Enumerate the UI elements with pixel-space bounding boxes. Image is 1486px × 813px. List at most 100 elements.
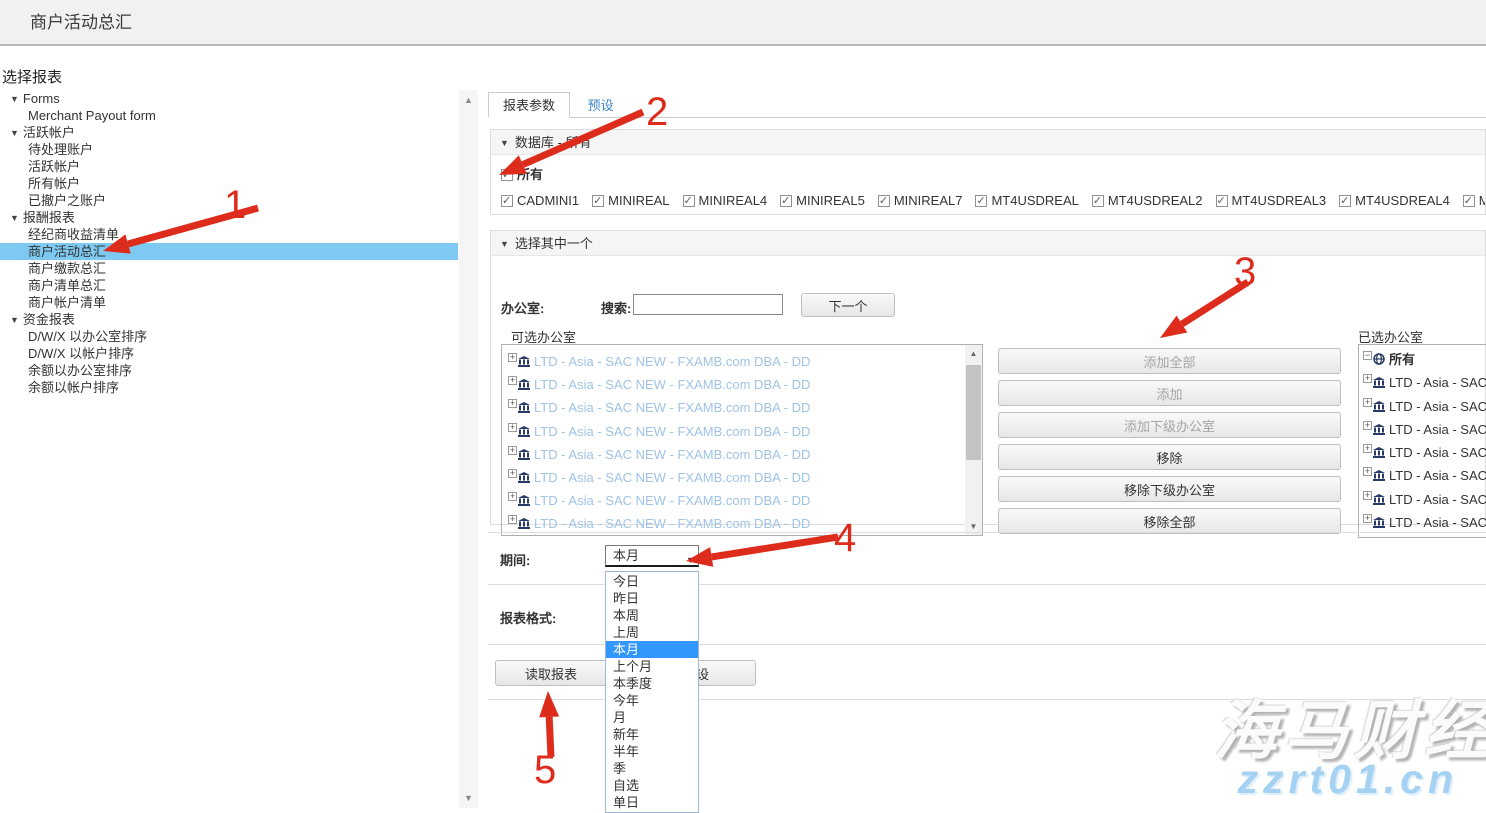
tree-item-0[interactable]: ▼Forms	[0, 90, 458, 107]
database-checkbox[interactable]	[780, 195, 792, 207]
selected-office-item[interactable]: +LTD - Asia - SAC NEW - FXAMB.com DBA - …	[1363, 511, 1486, 534]
period-option[interactable]: 本周	[606, 607, 698, 624]
period-option[interactable]: 昨日	[606, 590, 698, 607]
list-scrollbar[interactable]: ▲ ▼	[965, 345, 982, 535]
transfer-button-4[interactable]: 移除下级办公室	[998, 476, 1341, 502]
tree-item-1[interactable]: Merchant Payout form	[0, 107, 458, 124]
period-option[interactable]: 本月	[606, 641, 698, 658]
period-option[interactable]: 上个月	[606, 658, 698, 675]
available-office-item[interactable]: +LTD - Asia - SAC NEW - FXAMB.com DBA - …	[508, 489, 982, 512]
scroll-up-icon[interactable]: ▲	[965, 346, 982, 361]
period-option[interactable]: 新年	[606, 726, 698, 743]
tree-item-10[interactable]: 商户缴款总汇	[0, 260, 458, 277]
database-checkbox[interactable]	[683, 195, 695, 207]
selected-office-item[interactable]: +LTD - Asia - SAC NEW - FXAMB.com DBA - …	[1363, 488, 1486, 511]
selected-office-item[interactable]: +LTD - Asia - SAC NEW - FXAMB.com DBA - …	[1363, 418, 1486, 441]
transfer-button-3[interactable]: 移除	[998, 444, 1341, 470]
period-option[interactable]: 自选	[606, 777, 698, 794]
sidebar-scrollbar[interactable]: ▲ ▼	[459, 90, 478, 808]
tree-item-9[interactable]: 商户活动总汇	[0, 243, 458, 260]
expand-icon[interactable]: +	[1363, 398, 1372, 407]
database-section-header[interactable]: ▼数据库 - 所有	[491, 130, 1485, 155]
scroll-down-icon[interactable]: ▼	[459, 790, 478, 806]
tree-item-label: 活跃帐户	[23, 125, 75, 140]
database-checkbox[interactable]	[1339, 195, 1351, 207]
selected-office-item[interactable]: +LTD - Asia - SAC NEW - FXAMB.com DBA - …	[1363, 464, 1486, 487]
database-checkbox[interactable]	[501, 195, 513, 207]
expand-icon[interactable]: +	[508, 446, 517, 455]
tree-item-4[interactable]: 活跃帐户	[0, 158, 458, 175]
load-report-button[interactable]: 读取报表	[495, 660, 607, 686]
period-option[interactable]: 单日	[606, 794, 698, 811]
expand-icon[interactable]: +	[1363, 491, 1372, 500]
tree-item-14[interactable]: D/W/X 以办公室排序	[0, 328, 458, 345]
tab-report-params[interactable]: 报表参数	[488, 92, 570, 118]
tree-item-3[interactable]: 待处理账户	[0, 141, 458, 158]
scroll-up-icon[interactable]: ▲	[459, 92, 478, 108]
tree-item-2[interactable]: ▼活跃帐户	[0, 124, 458, 141]
database-checkbox-item[interactable]: MINIREAL5	[780, 193, 865, 208]
selected-office-item[interactable]: +LTD - Asia - SAC NEW - FXAMB.com DBA - …	[1363, 371, 1486, 394]
available-office-item[interactable]: +LTD - Asia - SAC NEW - FXAMB.com DBA - …	[508, 373, 982, 396]
available-office-item[interactable]: +LTD - Asia - SAC NEW - FXAMB.com DBA - …	[508, 350, 982, 373]
database-all-row[interactable]: 所有	[501, 164, 1485, 183]
period-option[interactable]: 半年	[606, 743, 698, 760]
expand-icon[interactable]: +	[508, 423, 517, 432]
expand-icon[interactable]: +	[1363, 514, 1372, 523]
database-checkbox-item[interactable]: MT4USDREAL	[975, 193, 1078, 208]
selected-office-item[interactable]: +LTD - Asia - SAC NEW - FXAMB.com DBA - …	[1363, 441, 1486, 464]
tree-item-12[interactable]: 商户帐户清单	[0, 294, 458, 311]
database-checkbox-item[interactable]: CADMINI1	[501, 193, 579, 208]
period-option[interactable]: 季	[606, 760, 698, 777]
transfer-button-5[interactable]: 移除全部	[998, 508, 1341, 534]
database-checkbox[interactable]	[592, 195, 604, 207]
expand-icon[interactable]: +	[1363, 421, 1372, 430]
next-button[interactable]: 下一个	[801, 293, 895, 317]
expand-icon[interactable]: +	[508, 492, 517, 501]
tree-item-17[interactable]: 余额以帐户排序	[0, 379, 458, 396]
database-checkbox-item[interactable]: MT4USDREAL4	[1339, 193, 1450, 208]
expand-icon[interactable]: +	[1363, 467, 1372, 476]
available-office-item[interactable]: +LTD - Asia - SAC NEW - FXAMB.com DBA - …	[508, 396, 982, 419]
available-office-item[interactable]: +LTD - Asia - SAC NEW - FXAMB.com DBA - …	[508, 420, 982, 443]
database-checkbox[interactable]	[1216, 195, 1228, 207]
tree-item-11[interactable]: 商户清单总汇	[0, 277, 458, 294]
database-checkbox-item[interactable]: MT4USDREAL5	[1463, 193, 1485, 208]
expand-icon[interactable]: +	[508, 469, 517, 478]
database-checkbox-item[interactable]: MINIREAL	[592, 193, 669, 208]
scrollbar-thumb[interactable]	[966, 365, 981, 460]
period-select[interactable]: 本月 ▼	[605, 545, 699, 567]
database-checkbox[interactable]	[975, 195, 987, 207]
selected-offices-root[interactable]: −所有	[1363, 348, 1486, 371]
expand-icon[interactable]: +	[508, 353, 517, 362]
tab-presets[interactable]: 预设	[574, 93, 628, 119]
all-databases-checkbox[interactable]	[501, 169, 513, 181]
database-checkbox-item[interactable]: MT4USDREAL2	[1092, 193, 1203, 208]
office-search-input[interactable]	[633, 294, 783, 315]
database-checkbox[interactable]	[1092, 195, 1104, 207]
collapse-icon[interactable]: −	[1363, 351, 1372, 360]
database-checkbox-item[interactable]: MINIREAL4	[683, 193, 768, 208]
available-office-item[interactable]: +LTD - Asia - SAC NEW - FXAMB.com DBA - …	[508, 466, 982, 489]
database-checkbox[interactable]	[878, 195, 890, 207]
expand-icon[interactable]: +	[1363, 374, 1372, 383]
tree-item-16[interactable]: 余额以办公室排序	[0, 362, 458, 379]
period-option[interactable]: 上周	[606, 624, 698, 641]
database-checkbox-item[interactable]: MINIREAL7	[878, 193, 963, 208]
expand-icon[interactable]: +	[1363, 444, 1372, 453]
period-option[interactable]: 月	[606, 709, 698, 726]
period-option[interactable]: 本季度	[606, 675, 698, 692]
database-checkbox-item[interactable]: MT4USDREAL3	[1216, 193, 1327, 208]
tree-item-13[interactable]: ▼资金报表	[0, 311, 458, 328]
tree-item-15[interactable]: D/W/X 以帐户排序	[0, 345, 458, 362]
period-option[interactable]: 今日	[606, 573, 698, 590]
period-option[interactable]: 今年	[606, 692, 698, 709]
expand-icon[interactable]: +	[508, 515, 517, 524]
selected-office-item[interactable]: +LTD - Asia - SAC NEW - FXAMB.com DBA - …	[1363, 395, 1486, 418]
available-office-item[interactable]: +LTD - Asia - SAC NEW - FXAMB.com DBA - …	[508, 443, 982, 466]
tree-item-8[interactable]: 经纪商收益清单	[0, 226, 458, 243]
office-section-header[interactable]: ▼选择其中一个	[491, 231, 1485, 256]
database-checkbox[interactable]	[1463, 195, 1475, 207]
expand-icon[interactable]: +	[508, 399, 517, 408]
expand-icon[interactable]: +	[508, 376, 517, 385]
